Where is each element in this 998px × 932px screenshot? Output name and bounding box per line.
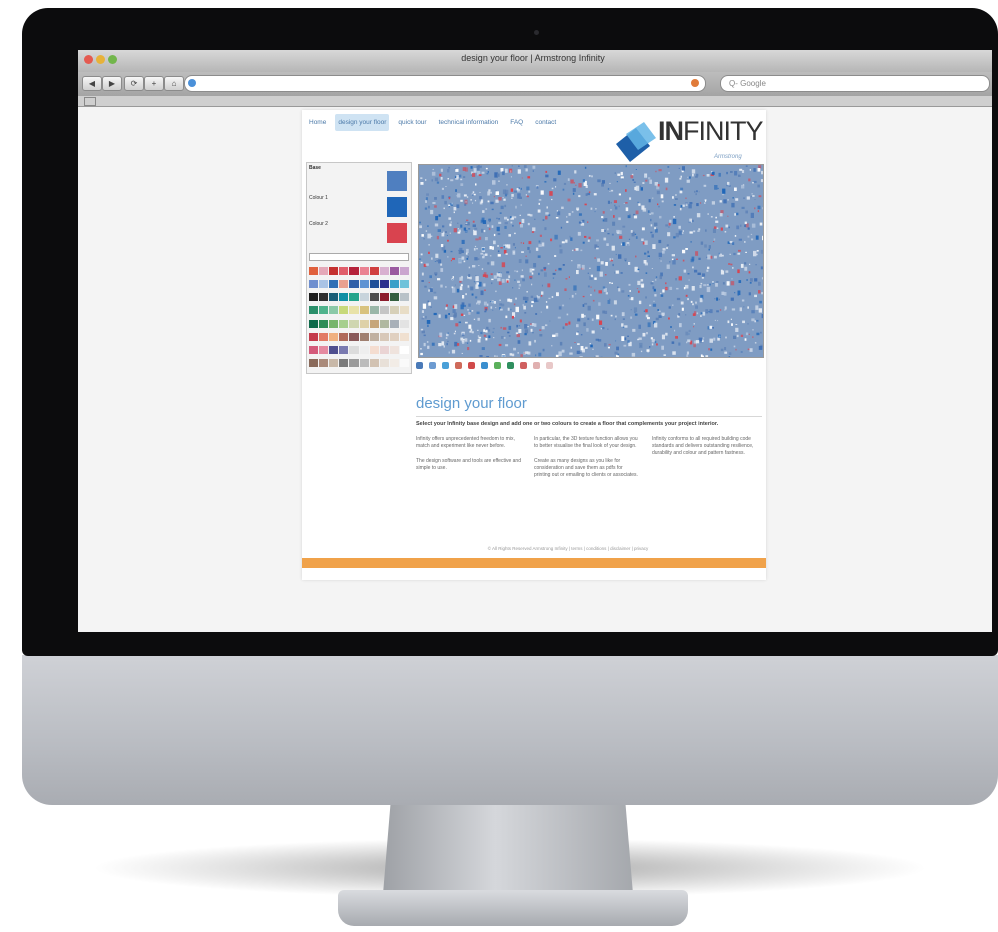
- bookmarks-bar: [78, 96, 992, 107]
- base-label: Base: [309, 165, 321, 171]
- window-titlebar: design your floor | Armstrong Infinity: [78, 50, 992, 72]
- reload-button[interactable]: ⟳: [124, 76, 144, 91]
- main-content: design your floor Select your Infinity b…: [416, 395, 762, 487]
- browser-toolbar: ◀ ▶ ⟳ + ⌂ Q- Google: [78, 72, 992, 96]
- colour1-label: Colour 1: [309, 195, 328, 201]
- minimize-window-button[interactable]: [96, 55, 105, 64]
- 3d-texture-icon[interactable]: [481, 362, 488, 369]
- monitor-chin: [22, 655, 998, 805]
- save-icon[interactable]: [429, 362, 436, 369]
- zoom-in-icon[interactable]: [520, 362, 527, 369]
- col3-paragraph-1: Infinity conforms to all required buildi…: [652, 436, 754, 456]
- nav-contact[interactable]: contact: [532, 114, 559, 131]
- colour2-label: Colour 2: [309, 221, 328, 227]
- forward-button[interactable]: ▶: [102, 76, 122, 91]
- close-window-button[interactable]: [84, 55, 93, 64]
- rss-icon[interactable]: [691, 79, 699, 87]
- back-button[interactable]: ◀: [82, 76, 102, 91]
- colour2-chip[interactable]: [387, 223, 407, 243]
- print-icon[interactable]: [416, 362, 423, 369]
- nav-home[interactable]: Home: [306, 114, 329, 131]
- logo-text: INFINITY: [658, 116, 763, 146]
- text-column-1: Infinity offers unprecedented freedom to…: [416, 436, 522, 487]
- floor-pattern-canvas: [419, 165, 763, 357]
- search-field[interactable]: Q- Google: [720, 75, 990, 92]
- footer-links: © All Rights Reserved Armstrong Infinity…: [487, 546, 649, 551]
- col2-paragraph-1: In particular, the 3D texture function a…: [534, 436, 638, 449]
- globe-icon: [188, 79, 196, 87]
- help-icon[interactable]: [546, 362, 553, 369]
- monitor-stand-foot: [338, 890, 688, 926]
- email-icon[interactable]: [442, 362, 449, 369]
- zoom-out-icon[interactable]: [533, 362, 540, 369]
- col2-paragraph-2: Create as many designs as you like for c…: [534, 458, 638, 478]
- colour-selector-panel: Base Colour 1 Colour 2: [306, 162, 412, 374]
- rotate-icon[interactable]: [468, 362, 475, 369]
- text-column-2: In particular, the 3D texture function a…: [534, 436, 640, 487]
- base-colour-chip[interactable]: [387, 171, 407, 191]
- web-page: Home design your floor quick tour techni…: [302, 110, 766, 580]
- browser-screen: design your floor | Armstrong Infinity ◀…: [78, 50, 992, 632]
- nav-faq[interactable]: FAQ: [507, 114, 526, 131]
- grid-icon[interactable]: [494, 362, 501, 369]
- search-placeholder: Q- Google: [729, 79, 766, 88]
- home-button[interactable]: ⌂: [164, 76, 184, 91]
- text-columns: Infinity offers unprecedented freedom to…: [416, 436, 762, 487]
- add-bookmark-button[interactable]: +: [144, 76, 164, 91]
- logo-armstrong: Armstrong: [714, 154, 742, 160]
- design-toolbar: [416, 362, 553, 369]
- logo-tile-icon: [616, 122, 656, 162]
- address-bar[interactable]: [184, 75, 706, 92]
- nav-technical-information[interactable]: technical information: [436, 114, 502, 131]
- intro-text: Select your Infinity base design and add…: [416, 421, 719, 427]
- footer-bar: [302, 558, 766, 568]
- nav-quick-tour[interactable]: quick tour: [395, 114, 429, 131]
- monitor-bezel: design your floor | Armstrong Infinity ◀…: [22, 8, 998, 656]
- text-column-3: Infinity conforms to all required buildi…: [652, 436, 758, 487]
- divider: [416, 416, 762, 417]
- zoom-window-button[interactable]: [108, 55, 117, 64]
- colour-search-input[interactable]: [309, 253, 409, 261]
- camera-icon: [534, 30, 539, 35]
- nav-design-your-floor[interactable]: design your floor: [335, 114, 390, 131]
- bookmarks-icon[interactable]: [84, 97, 96, 106]
- monitor-stand-neck: [383, 804, 633, 894]
- colour-palette[interactable]: [309, 267, 409, 371]
- top-nav: Home design your floor quick tour techni…: [306, 114, 559, 131]
- reset-icon[interactable]: [507, 362, 514, 369]
- colour1-chip[interactable]: [387, 197, 407, 217]
- pdf-icon[interactable]: [455, 362, 462, 369]
- floor-preview[interactable]: [418, 164, 764, 358]
- page-heading: design your floor: [416, 395, 527, 412]
- window-title: design your floor | Armstrong Infinity: [461, 53, 605, 63]
- col1-paragraph-1: Infinity offers unprecedented freedom to…: [416, 436, 515, 449]
- col1-paragraph-2: The design software and tools are effect…: [416, 458, 521, 471]
